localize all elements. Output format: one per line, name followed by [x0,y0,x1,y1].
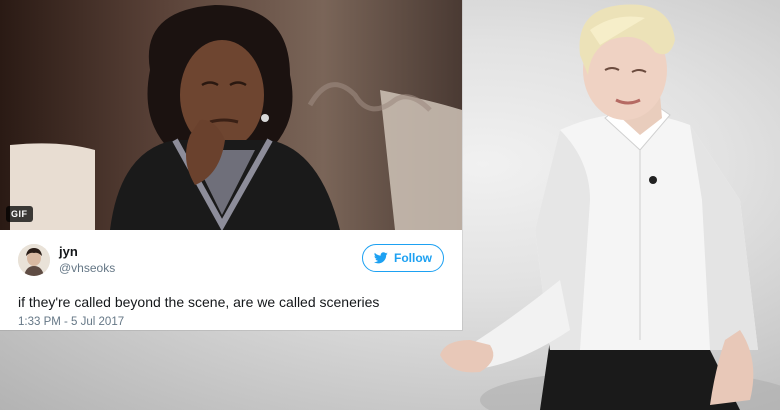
seated-man-illustration [440,4,780,410]
tweet-header: jyn @vhseoks Follow [18,244,448,280]
follow-button[interactable]: Follow [362,244,444,272]
follow-label: Follow [394,251,432,265]
tweet-text: if they're called beyond the scene, are … [18,294,380,310]
gif-badge: GIF [6,206,33,222]
display-name[interactable]: jyn [59,244,78,259]
gif-still-illustration [0,0,462,230]
tweet-gif[interactable]: GIF [0,0,462,230]
user-handle[interactable]: @vhseoks [59,261,115,275]
twitter-bird-icon [374,252,388,264]
avatar[interactable] [18,244,50,276]
tweet-timestamp[interactable]: 1:33 PM - 5 Jul 2017 [18,316,124,328]
avatar-image [18,244,50,276]
tweet-card: GIF jyn @vhseoks Follow if they're calle [0,0,462,330]
meme-collage: GIF jyn @vhseoks Follow if they're calle [0,0,780,410]
